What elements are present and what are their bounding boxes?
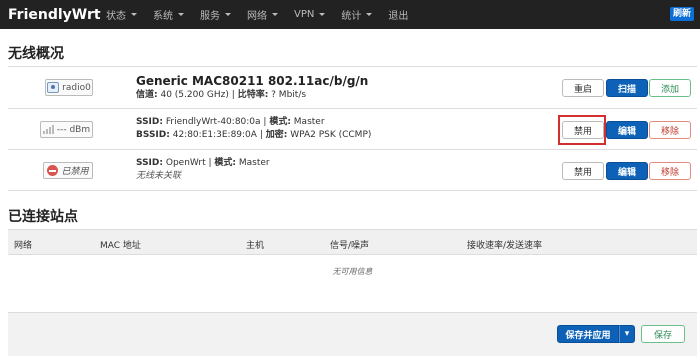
stations-empty-message: 无可用信息 <box>332 266 373 276</box>
disabled-badge: 已禁用 <box>43 162 93 179</box>
caret-down-icon <box>272 13 278 16</box>
menu-network-label: 网络 <box>247 11 267 22</box>
radio-badge-label: radio0 <box>62 82 91 93</box>
mode-value: Master <box>238 158 270 168</box>
wireless-overview-heading: 无线概况 <box>8 46 64 62</box>
bssid-label: BSSID: <box>136 130 170 140</box>
disabled-badge-label: 已禁用 <box>61 167 89 177</box>
radio-badge: radio0 <box>45 79 93 96</box>
menu-services[interactable]: 服务 <box>192 7 239 22</box>
main-menu: 状态 系统 服务 网络 VPN 统计 退出 <box>98 7 416 22</box>
disable-button[interactable]: 禁用 <box>562 121 604 139</box>
top-navbar: FriendlyWrt 状态 系统 服务 网络 VPN 统计 退出 刷新 <box>0 0 700 29</box>
edit-button[interactable]: 编辑 <box>606 121 648 139</box>
caret-down-icon <box>225 13 231 16</box>
network-row-1: --- dBm SSID: FriendlyWrt-40:80:0a | 模式:… <box>8 109 697 150</box>
caret-down-icon <box>366 13 373 16</box>
brand-logo[interactable]: FriendlyWrt <box>8 7 101 23</box>
wifi-radio-icon <box>47 82 60 93</box>
network-1-bssid-line: BSSID: 42:80:E1:3E:89:0A | 加密: WPA2 PSK … <box>136 130 372 140</box>
radio-info: Generic MAC80211 802.11ac/b/g/n 信道: 40 (… <box>136 73 368 102</box>
channel-value: 40 (5.200 GHz) <box>160 90 229 100</box>
network-row-2: 已禁用 SSID: OpenWrt | 模式: Master 无线未关联 禁用 … <box>8 150 697 191</box>
channel-label: 信道: <box>136 90 158 100</box>
radio-details: 信道: 40 (5.200 GHz) | 比特率: ? Mbit/s <box>136 90 307 100</box>
radio-title: Generic MAC80211 802.11ac/b/g/n <box>136 74 369 88</box>
mode-label: 模式: <box>214 158 236 168</box>
restart-button[interactable]: 重启 <box>562 79 604 97</box>
menu-logout[interactable]: 退出 <box>380 7 416 22</box>
stations-table: 网络 MAC 地址 主机 信号/噪声 接收速率/发送速率 无可用信息 <box>8 229 697 276</box>
edit-button[interactable]: 编辑 <box>606 162 648 180</box>
menu-vpn-label: VPN <box>294 9 315 20</box>
mode-value: Master <box>293 117 325 127</box>
col-host: 主机 <box>246 241 265 251</box>
mode-label: 模式: <box>269 117 291 127</box>
encryption-label: 加密: <box>265 130 288 140</box>
wireless-table: radio0 Generic MAC80211 802.11ac/b/g/n 信… <box>8 66 697 191</box>
stations-heading: 已连接站点 <box>8 209 78 225</box>
ssid-label: SSID: <box>136 117 163 127</box>
encryption-value: WPA2 PSK (CCMP) <box>290 130 372 140</box>
signal-strength-icon <box>42 125 54 134</box>
network-2-ssid-line: SSID: OpenWrt | 模式: Master <box>136 158 270 168</box>
scan-button[interactable]: 扫描 <box>606 79 648 97</box>
disable-button[interactable]: 禁用 <box>562 162 604 180</box>
ssid-value: OpenWrt <box>165 158 206 168</box>
bssid-value: 42:80:E1:3E:89:0A <box>172 130 257 140</box>
bitrate-value: ? Mbit/s <box>271 90 307 100</box>
stations-table-header: 网络 MAC 地址 主机 信号/噪声 接收速率/发送速率 <box>8 229 697 255</box>
ssid-value: FriendlyWrt-40:80:0a <box>165 117 261 127</box>
menu-statistics[interactable]: 统计 <box>333 7 380 22</box>
ssid-label: SSID: <box>136 158 163 168</box>
save-button[interactable]: 保存 <box>641 325 685 343</box>
remove-button[interactable]: 移除 <box>649 121 691 139</box>
col-rx-tx-rate: 接收速率/发送速率 <box>467 241 543 251</box>
save-apply-dropdown-icon[interactable]: ▾ <box>619 325 635 343</box>
footer-action-bar: 保存并应用 ▾ 保存 <box>8 312 697 356</box>
not-associated-note: 无线未关联 <box>136 171 182 181</box>
disabled-icon <box>47 165 59 176</box>
caret-down-icon <box>319 13 326 16</box>
col-network: 网络 <box>14 241 33 251</box>
network-1-info: SSID: FriendlyWrt-40:80:0a | 模式: Master … <box>136 116 371 142</box>
menu-system[interactable]: 系统 <box>145 7 192 22</box>
network-1-ssid-line: SSID: FriendlyWrt-40:80:0a | 模式: Master <box>136 117 325 127</box>
menu-status[interactable]: 状态 <box>98 7 145 22</box>
menu-network[interactable]: 网络 <box>239 7 286 22</box>
col-signal-noise: 信号/噪声 <box>330 241 370 251</box>
refresh-button[interactable]: 刷新 <box>669 7 694 21</box>
menu-vpn[interactable]: VPN <box>286 9 333 20</box>
remove-button[interactable]: 移除 <box>649 162 691 180</box>
add-button[interactable]: 添加 <box>649 79 691 97</box>
menu-services-label: 服务 <box>200 11 220 22</box>
col-mac-address: MAC 地址 <box>100 241 141 251</box>
save-apply-button[interactable]: 保存并应用 <box>557 325 619 343</box>
menu-logout-label: 退出 <box>388 11 409 22</box>
radio-row: radio0 Generic MAC80211 802.11ac/b/g/n 信… <box>8 67 697 109</box>
network-2-info: SSID: OpenWrt | 模式: Master 无线未关联 <box>136 157 270 183</box>
caret-down-icon <box>131 13 137 16</box>
caret-down-icon <box>178 13 184 16</box>
menu-system-label: 系统 <box>153 11 173 22</box>
signal-badge-label: --- dBm <box>56 124 91 135</box>
signal-badge: --- dBm <box>40 121 93 138</box>
menu-statistics-label: 统计 <box>341 11 362 22</box>
menu-status-label: 状态 <box>106 11 126 22</box>
bitrate-label: 比特率: <box>237 90 269 100</box>
